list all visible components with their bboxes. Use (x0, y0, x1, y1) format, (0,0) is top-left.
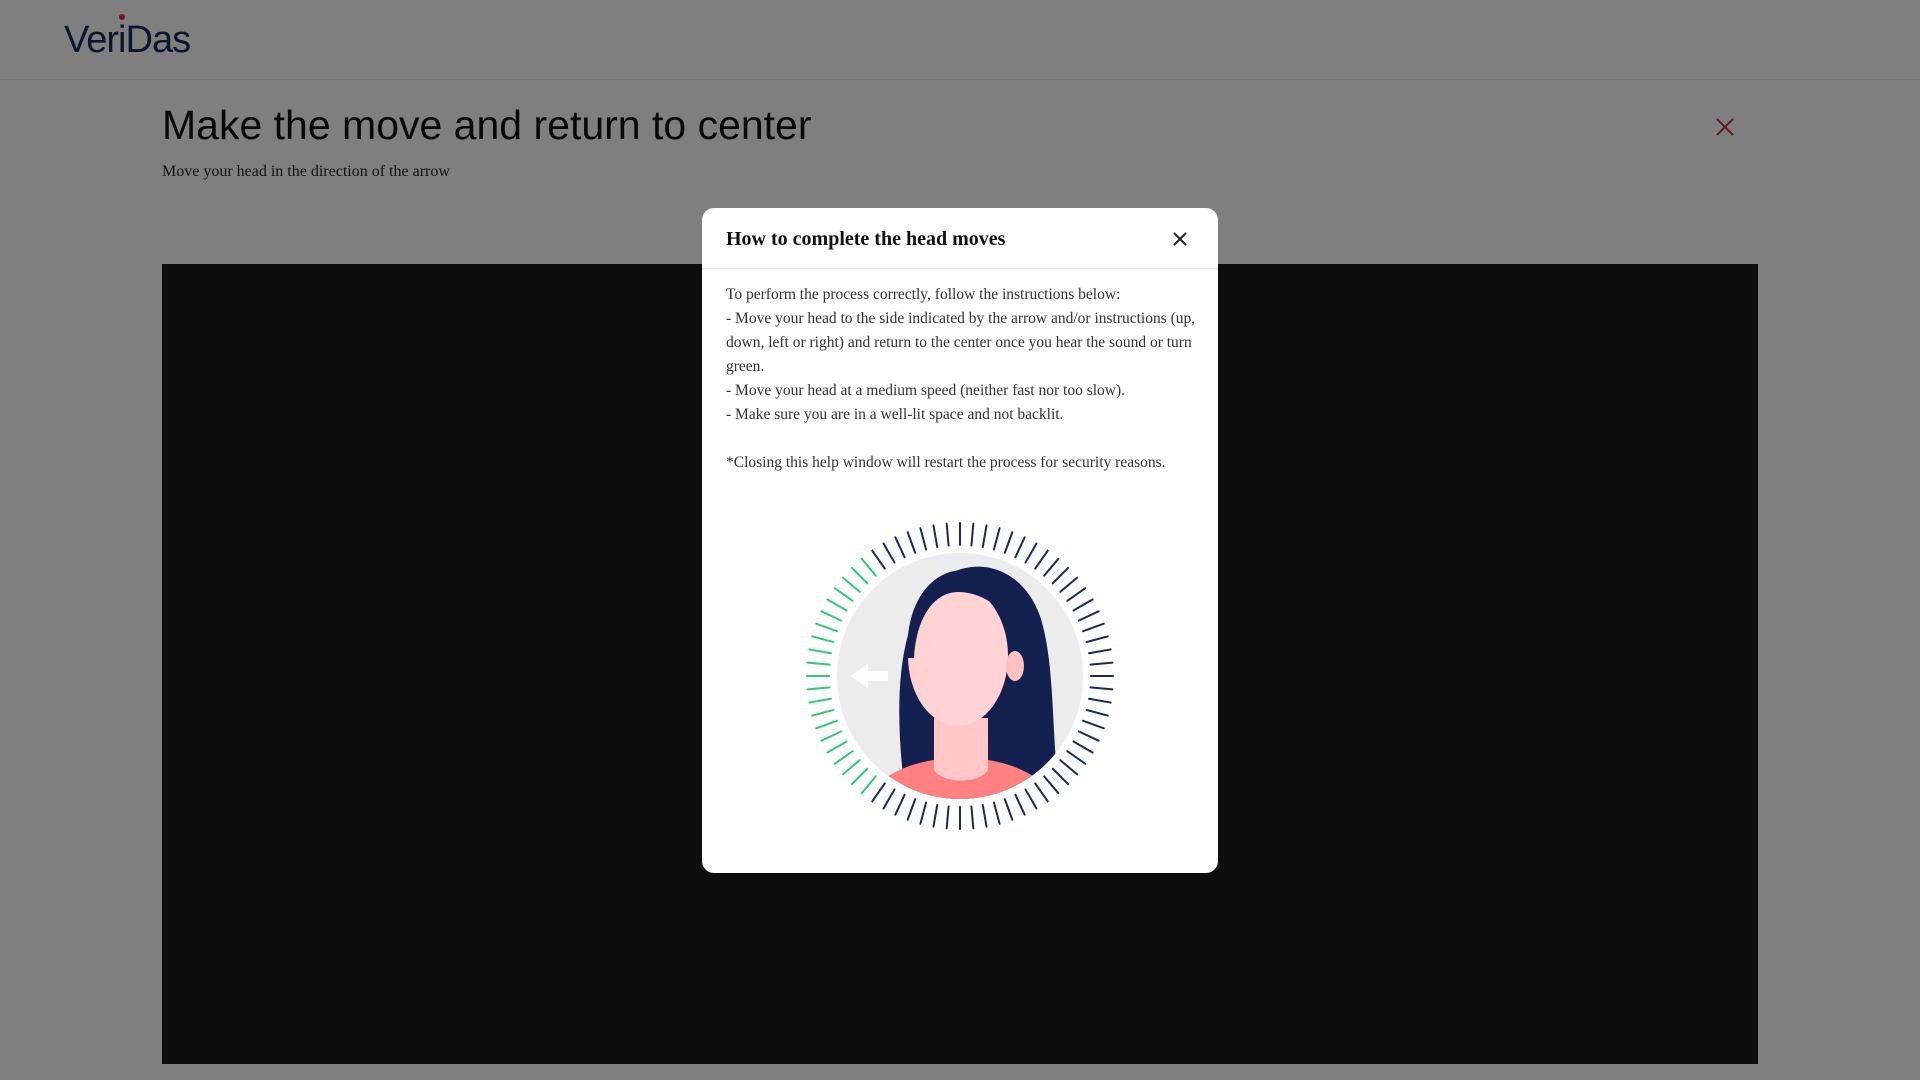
progress-tick (808, 697, 832, 704)
progress-tick (970, 805, 975, 830)
progress-tick (1014, 536, 1026, 559)
progress-tick (1085, 708, 1109, 717)
progress-tick (919, 801, 928, 825)
progress-tick (1082, 622, 1105, 633)
progress-tick (871, 782, 886, 803)
progress-tick (833, 587, 854, 602)
progress-tick (1088, 697, 1112, 704)
progress-tick (1051, 767, 1070, 786)
progress-tick (811, 708, 835, 717)
progress-tick (1088, 648, 1112, 655)
progress-tick (1014, 793, 1026, 816)
progress-tick (826, 740, 848, 754)
close-icon[interactable] (1172, 231, 1188, 247)
progress-tick (882, 788, 896, 810)
modal-body: To perform the process correctly, follow… (726, 283, 1198, 475)
security-note: *Closing this help window will restart t… (726, 454, 1166, 471)
progress-tick (981, 804, 988, 828)
progress-tick (992, 527, 1001, 551)
instructions-intro: To perform the process correctly, follow… (726, 286, 1121, 303)
progress-tick (841, 576, 861, 593)
progress-tick (820, 730, 843, 742)
progress-tick (882, 542, 896, 564)
progress-tick (970, 522, 975, 547)
progress-tick (811, 635, 835, 644)
progress-tick (806, 686, 831, 691)
help-modal: How to complete the head moves To perfor… (702, 208, 1218, 873)
progress-tick (1034, 782, 1049, 803)
modal-title: How to complete the head moves (726, 228, 1006, 250)
progress-tick (1089, 686, 1114, 691)
progress-tick (1077, 610, 1100, 622)
progress-tick (945, 522, 950, 547)
progress-tick (833, 750, 854, 765)
progress-tick (992, 801, 1001, 825)
progress-tick (815, 622, 838, 633)
progress-tick (808, 648, 832, 655)
progress-tick (981, 524, 988, 548)
progress-tick (1043, 557, 1060, 577)
progress-tick (894, 536, 906, 559)
progress-tick (894, 793, 906, 816)
instruction-item: - Move your head at a medium speed (neit… (726, 382, 1126, 399)
progress-tick (1051, 566, 1070, 585)
progress-tick (871, 549, 886, 570)
progress-tick (1077, 730, 1100, 742)
progress-tick (906, 798, 917, 821)
progress-tick (1066, 587, 1087, 602)
progress-tick (1059, 576, 1079, 593)
progress-tick (860, 557, 877, 577)
progress-tick (806, 661, 831, 666)
progress-tick (1034, 549, 1049, 570)
progress-tick (850, 767, 869, 786)
progress-tick (1089, 661, 1114, 666)
progress-tick (1066, 750, 1087, 765)
instruction-item: - Move your head to the side indicated b… (726, 310, 1196, 375)
progress-tick (860, 775, 877, 795)
instruction-item: - Make sure you are in a well-lit space … (726, 406, 1064, 423)
progress-tick (826, 598, 848, 612)
progress-tick (1072, 598, 1094, 612)
progress-tick (1059, 759, 1079, 776)
head-move-left-illustration (806, 522, 1114, 830)
progress-tick (906, 531, 917, 554)
progress-tick (1085, 635, 1109, 644)
progress-tick (1082, 719, 1105, 730)
progress-tick (1003, 531, 1014, 554)
progress-tick (841, 759, 861, 776)
progress-tick (1024, 542, 1038, 564)
progress-tick (932, 804, 939, 828)
modal-header: How to complete the head moves (702, 208, 1218, 269)
progress-tick (919, 527, 928, 551)
progress-tick (1072, 740, 1094, 754)
progress-tick (815, 719, 838, 730)
progress-tick (820, 610, 843, 622)
progress-tick (850, 566, 869, 585)
progress-tick (1024, 788, 1038, 810)
progress-tick (1043, 775, 1060, 795)
progress-tick (1003, 798, 1014, 821)
progress-tick (945, 805, 950, 830)
progress-tick (932, 524, 939, 548)
